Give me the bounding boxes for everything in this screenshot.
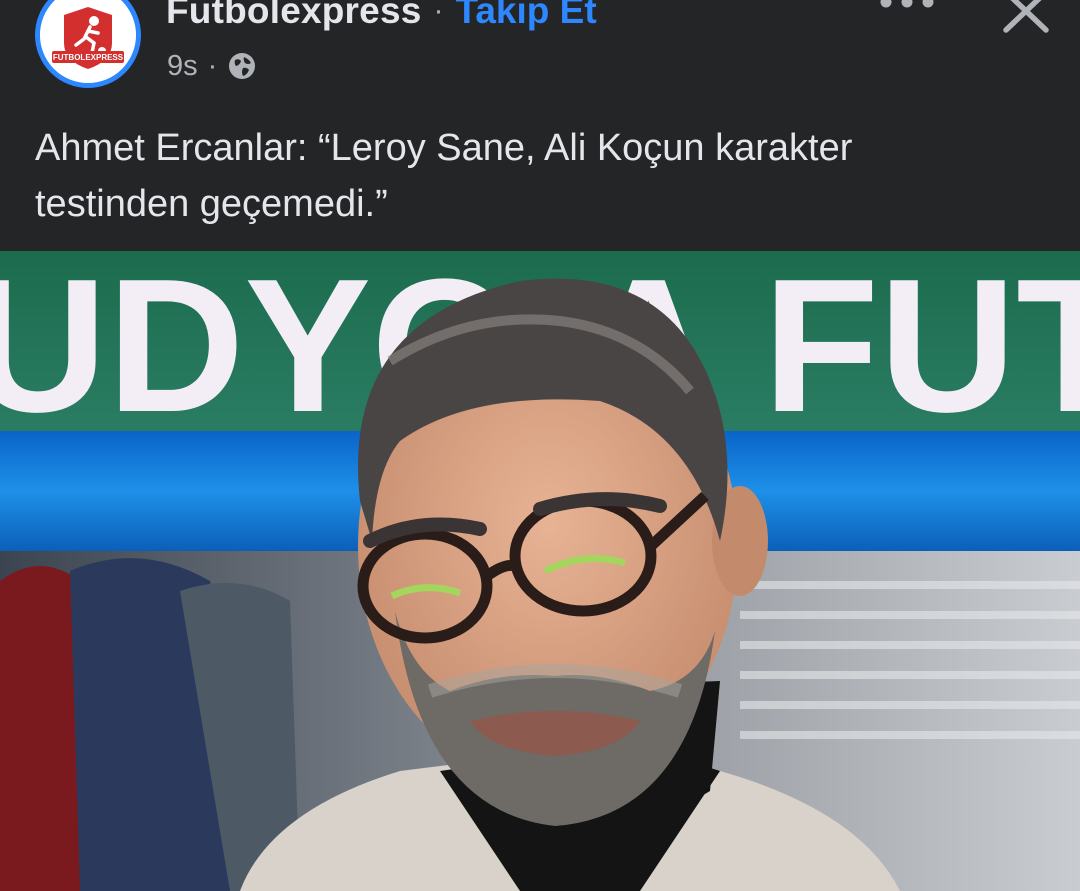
- author-name[interactable]: Futbolexpress: [166, 0, 422, 32]
- avatar[interactable]: FUTBOLEXPRESS: [35, 0, 141, 88]
- globe-icon[interactable]: [227, 51, 257, 81]
- post-text-line: Ahmet Ercanlar: “Leroy Sane, Ali Koçun k…: [35, 127, 853, 169]
- post-text: Ahmet Ercanlar: “Leroy Sane, Ali Koçun k…: [35, 120, 1035, 232]
- author-line: Futbolexpress · Takip Et: [166, 0, 597, 36]
- close-button[interactable]: [992, 0, 1062, 38]
- more-options-button[interactable]: [872, 0, 942, 22]
- post-photo[interactable]: UDYO A FUTE: [0, 251, 1080, 891]
- post-photo-illustration: UDYO A FUTE: [0, 251, 1080, 891]
- post-header: FUTBOLEXPRESS Futbolexpress · Takip Et 9…: [0, 0, 1080, 251]
- follow-button[interactable]: Takip Et: [456, 0, 597, 32]
- futbolexpress-logo: FUTBOLEXPRESS: [40, 0, 136, 83]
- timestamp[interactable]: 9s: [167, 50, 198, 83]
- post-meta: 9s ·: [167, 47, 257, 85]
- separator-dot: ·: [207, 49, 218, 82]
- separator-dot: ·: [433, 0, 444, 27]
- close-icon: [1003, 0, 1049, 33]
- logo-text: FUTBOLEXPRESS: [53, 53, 124, 62]
- more-dots-icon: [880, 0, 934, 8]
- post-card: FUTBOLEXPRESS Futbolexpress · Takip Et 9…: [0, 0, 1080, 891]
- post-text-line: testinden geçemedi.”: [35, 183, 388, 225]
